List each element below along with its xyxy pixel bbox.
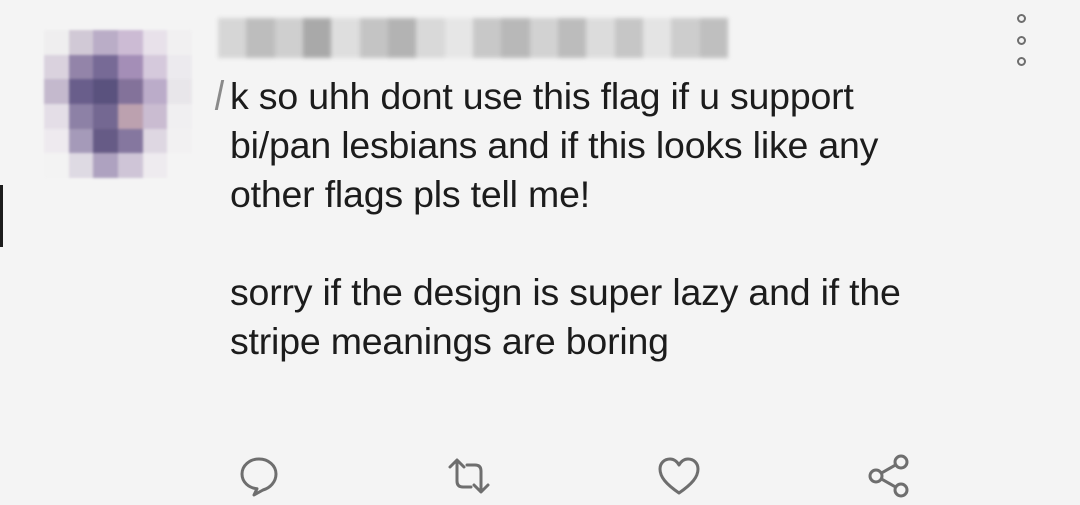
share-icon[interactable] bbox=[866, 453, 912, 499]
paragraph-1: k so uhh dont use this flag if u support… bbox=[230, 72, 1070, 219]
more-options-icon[interactable] bbox=[1008, 14, 1034, 66]
avatar[interactable] bbox=[44, 30, 192, 178]
text-line: other flags pls tell me! bbox=[230, 173, 590, 215]
action-bar bbox=[0, 445, 1080, 505]
tweet-text: k so uhh dont use this flag if u support… bbox=[230, 72, 1070, 366]
tweet: k so uhh dont use this flag if u support… bbox=[0, 0, 1080, 505]
text-line: sorry if the design is super lazy and if… bbox=[230, 271, 901, 313]
blurred-username bbox=[218, 18, 728, 58]
text-line: bi/pan lesbians and if this looks like a… bbox=[230, 124, 879, 166]
text-line: k so uhh dont use this flag if u support bbox=[230, 75, 854, 117]
edge-mark-2 bbox=[214, 80, 225, 110]
paragraph-2: sorry if the design is super lazy and if… bbox=[230, 268, 1070, 366]
edge-mark bbox=[0, 185, 3, 247]
heart-icon[interactable] bbox=[656, 453, 702, 499]
reply-icon[interactable] bbox=[236, 453, 282, 499]
retweet-icon[interactable] bbox=[446, 453, 492, 499]
text-line: stripe meanings are boring bbox=[230, 320, 669, 362]
